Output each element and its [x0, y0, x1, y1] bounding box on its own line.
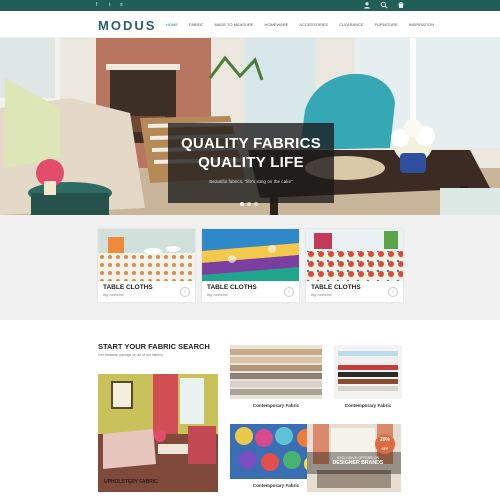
category-card[interactable]: TABLE CLOTHS Big Selection ›	[202, 229, 299, 302]
search-icon[interactable]	[380, 1, 388, 9]
nav-item-made-to-measure[interactable]: MADE TO MEASURE	[214, 22, 253, 28]
category-image	[98, 229, 195, 281]
promo-line2: DESIGNER BRANDS	[332, 460, 384, 466]
hero-heading-line2: QUALITY LIFE	[198, 154, 304, 171]
category-title: TABLE CLOTHS	[311, 284, 361, 291]
nav-item-accessories[interactable]: ACCESSORIES	[299, 22, 328, 28]
twitter-icon[interactable]: t	[109, 2, 110, 9]
fabric-tile[interactable]: Contemporary Fabric	[230, 345, 322, 412]
nav-item-homeware[interactable]: HOMEWARE	[264, 22, 288, 28]
hero-caption: QUALITY FABRICS QUALITY LIFE Beautiful f…	[168, 123, 334, 203]
facebook-icon[interactable]: f	[96, 2, 97, 9]
fabric-image	[230, 345, 322, 399]
hero-slider[interactable]: QUALITY FABRICS QUALITY LIFE Beautiful f…	[0, 38, 500, 215]
slider-dot-2[interactable]	[247, 202, 251, 206]
nav-item-home[interactable]: HOME	[166, 22, 178, 28]
slider-dot-3[interactable]	[254, 202, 258, 206]
category-subtitle: Big Selection	[207, 293, 228, 297]
fabric-image	[334, 345, 402, 399]
nav-item-furniture[interactable]: FURNITURE	[375, 22, 398, 28]
discount-badge: 20% OFF	[375, 434, 395, 454]
section-subtitle: Get fantastic savings on all of our fabr…	[98, 353, 163, 357]
category-card[interactable]: TABLE CLOTHS Big Selection ›	[306, 229, 403, 302]
nav-item-fabric[interactable]: FABRIC	[189, 22, 203, 28]
chevron-right-icon[interactable]: ›	[180, 287, 190, 297]
chevron-right-icon[interactable]: ›	[388, 287, 398, 297]
fabric-tile-label: Contemporary Fabric	[334, 399, 402, 412]
nav-item-clearance[interactable]: CLEARANCE	[339, 22, 363, 28]
category-subtitle: Big Selection	[103, 293, 124, 297]
category-card[interactable]: TABLE CLOTHS Big Selection ›	[98, 229, 195, 302]
category-image	[202, 229, 299, 281]
category-title: TABLE CLOTHS	[103, 284, 153, 291]
logo[interactable]: MODUS	[98, 18, 156, 33]
category-subtitle: Big Selection	[311, 293, 332, 297]
promo-text: EXCLUSIVE OFFERS ON DESIGNER BRANDS	[315, 456, 401, 466]
section-title: START YOUR FABRIC SEARCH	[98, 342, 210, 351]
hero-subtitle: Beautiful fabrics, "life's icing on the …	[209, 179, 293, 184]
chevron-right-icon[interactable]: ›	[284, 287, 294, 297]
slider-dot-1[interactable]	[240, 202, 244, 206]
category-title: TABLE CLOTHS	[207, 284, 257, 291]
top-bar: f t ≡	[0, 0, 500, 11]
discount-value: 20%	[379, 437, 390, 443]
fabric-tile[interactable]: Contemporary Fabric	[334, 345, 402, 412]
rss-icon[interactable]: ≡	[120, 2, 123, 9]
nav-item-inspiration[interactable]: INSPIRATION	[409, 22, 434, 28]
category-image	[306, 229, 403, 281]
fabric-tile-label: UPHOLSTERY FABRIC	[104, 479, 158, 485]
site-header: MODUS HOME FABRIC MADE TO MEASURE HOMEWA…	[0, 11, 500, 38]
user-icon[interactable]	[363, 1, 371, 9]
cart-icon[interactable]	[397, 1, 405, 9]
hero-heading-line1: QUALITY FABRICS	[180, 135, 322, 152]
main-nav: HOME FABRIC MADE TO MEASURE HOMEWARE ACC…	[166, 22, 445, 28]
slider-dots	[240, 202, 258, 206]
fabric-tile-large[interactable]: UPHOLSTERY FABRIC	[98, 374, 218, 492]
fabric-tile-label: Contemporary Fabric	[230, 399, 322, 412]
discount-unit: OFF	[381, 447, 389, 451]
fabric-image	[98, 374, 218, 492]
